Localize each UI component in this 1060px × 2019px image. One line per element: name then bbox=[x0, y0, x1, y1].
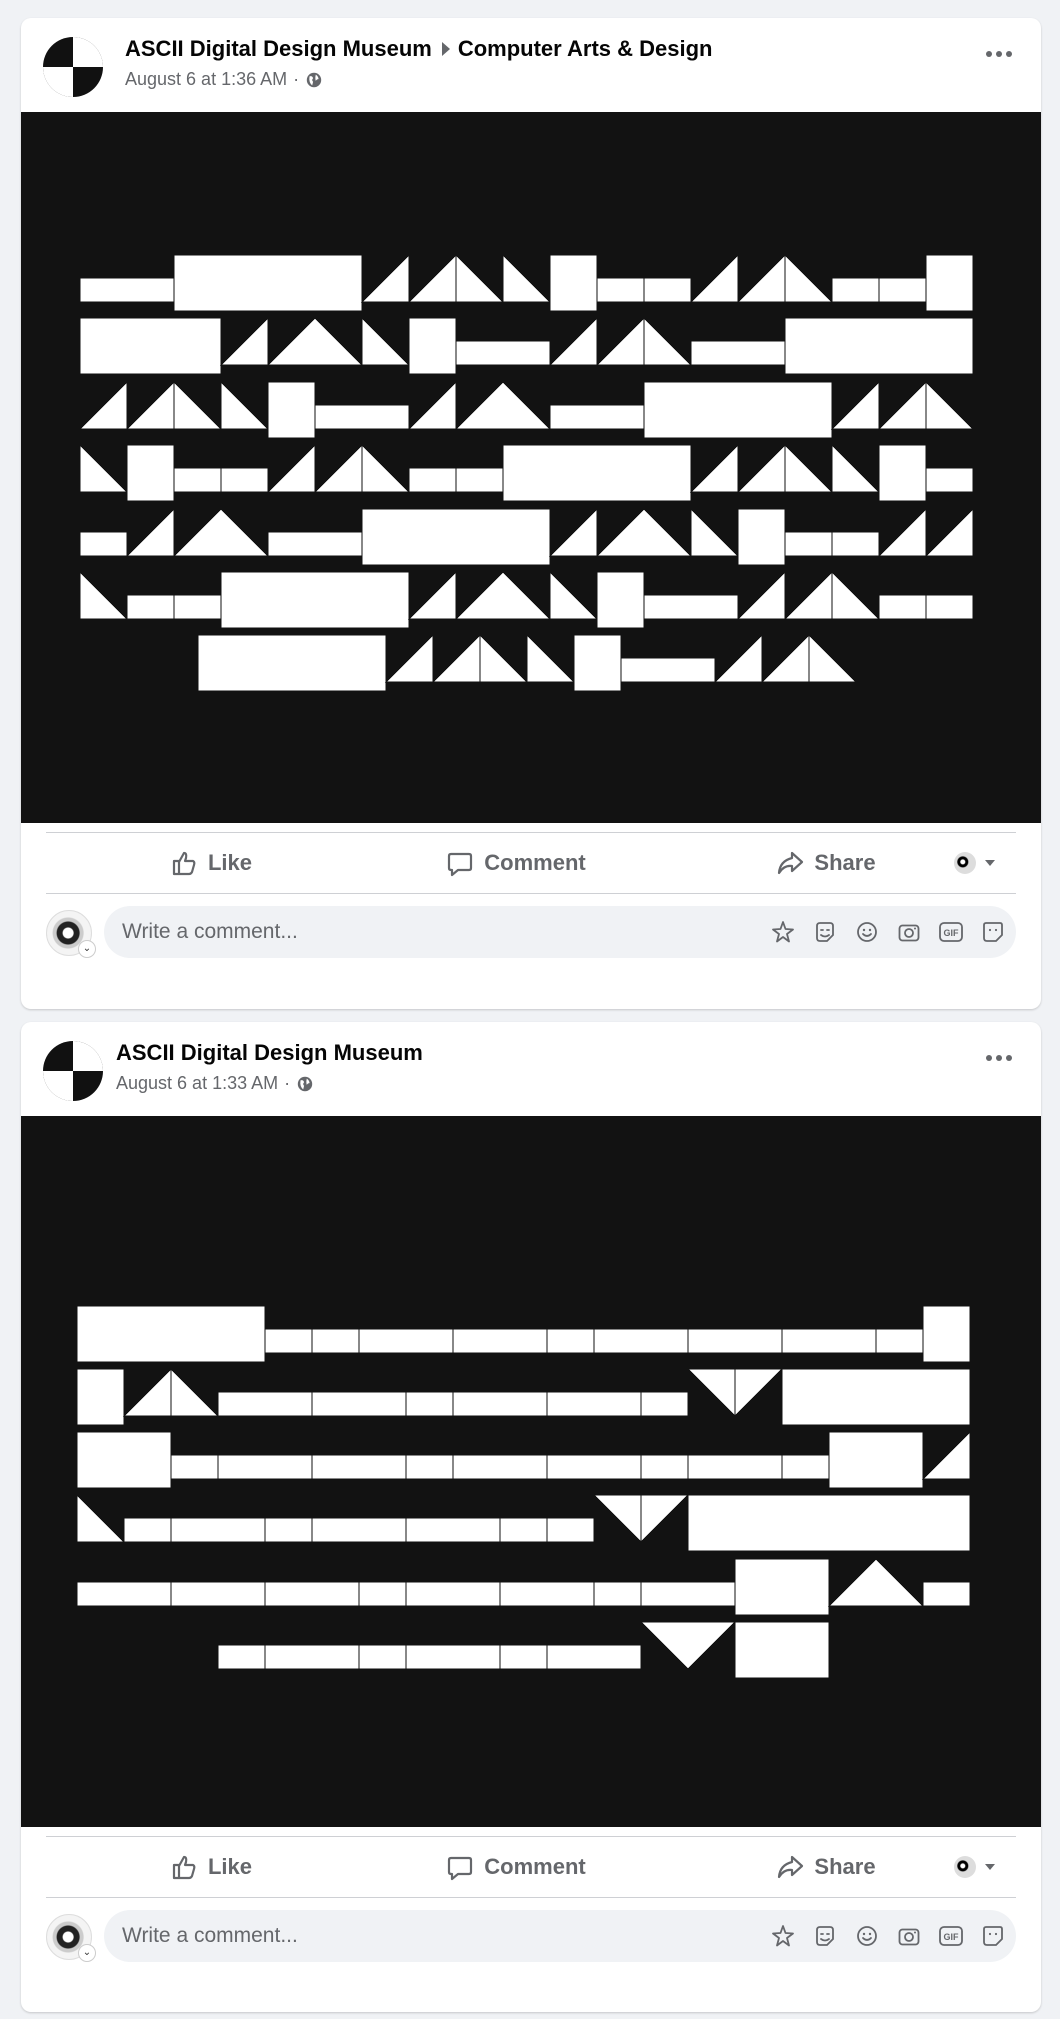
post-title: ASCII Digital Design Museum Computer Art… bbox=[125, 36, 712, 62]
sticker-icon[interactable] bbox=[812, 920, 838, 944]
audience-avatar bbox=[954, 852, 976, 874]
reaction-audience-button[interactable] bbox=[954, 851, 1002, 875]
like-label: Like bbox=[207, 850, 253, 875]
share-button[interactable]: Share bbox=[736, 833, 916, 893]
comment-box[interactable]: GIF bbox=[104, 906, 1016, 958]
author-name[interactable]: ASCII Digital Design Museum bbox=[116, 1040, 423, 1066]
author-name[interactable]: ASCII Digital Design Museum bbox=[125, 36, 432, 62]
comment-button[interactable]: Comment bbox=[411, 833, 621, 893]
page-avatar[interactable] bbox=[43, 1041, 103, 1101]
artwork-image bbox=[78, 253, 975, 692]
more-options-icon bbox=[986, 51, 992, 58]
emoji-icon[interactable] bbox=[854, 920, 880, 944]
avatar-sticker-icon[interactable] bbox=[770, 920, 796, 944]
gif-icon[interactable]: GIF bbox=[938, 1924, 964, 1948]
more-options-button[interactable] bbox=[979, 1050, 1019, 1074]
comment-composer: ⌄ GIF bbox=[46, 1906, 1016, 1962]
like-label: Like bbox=[207, 1854, 253, 1879]
audience-dropdown-icon bbox=[985, 860, 995, 866]
post-card: ASCII Digital Design Museum August 6 at … bbox=[21, 1022, 1041, 2012]
post-actions: Like Comment Share bbox=[46, 1836, 1016, 1898]
chevron-down-icon[interactable]: ⌄ bbox=[78, 940, 96, 958]
group-name[interactable]: Computer Arts & Design bbox=[458, 36, 713, 62]
like-button[interactable]: Like bbox=[126, 833, 296, 893]
globe-icon bbox=[306, 72, 322, 87]
post-artwork[interactable] bbox=[21, 112, 1041, 823]
post-header: ASCII Digital Design Museum Computer Art… bbox=[21, 18, 1041, 112]
post-timestamp[interactable]: August 6 at 1:36 AM bbox=[125, 69, 287, 90]
post-meta: August 6 at 1:36 AM · bbox=[125, 69, 323, 90]
post-actions: Like Comment Share bbox=[46, 832, 1016, 894]
post-card: ASCII Digital Design Museum Computer Art… bbox=[21, 18, 1041, 1009]
camera-icon[interactable] bbox=[896, 1924, 922, 1948]
share-button[interactable]: Share bbox=[736, 1837, 916, 1897]
post-timestamp[interactable]: August 6 at 1:33 AM bbox=[116, 1073, 278, 1094]
arrow-right-icon bbox=[441, 42, 450, 56]
emoji-icon[interactable] bbox=[854, 1924, 880, 1948]
svg-text:GIF: GIF bbox=[944, 1932, 960, 1942]
chevron-down-icon[interactable]: ⌄ bbox=[78, 1944, 96, 1962]
post-title: ASCII Digital Design Museum bbox=[116, 1040, 423, 1066]
share-icon bbox=[778, 1855, 804, 1879]
like-icon bbox=[172, 851, 196, 876]
like-button[interactable]: Like bbox=[126, 1837, 296, 1897]
share-label: Share bbox=[814, 850, 876, 875]
post-artwork[interactable] bbox=[21, 1116, 1041, 1827]
comment-input[interactable] bbox=[122, 1910, 722, 1962]
globe-icon bbox=[297, 1076, 313, 1091]
sticker-face-icon[interactable] bbox=[980, 920, 1006, 944]
like-icon bbox=[172, 1855, 196, 1880]
comment-icon bbox=[448, 852, 473, 877]
comment-button[interactable]: Comment bbox=[411, 1837, 621, 1897]
more-options-button[interactable] bbox=[979, 46, 1019, 70]
sticker-icon[interactable] bbox=[812, 1924, 838, 1948]
meta-separator: · bbox=[284, 1073, 291, 1093]
comment-label: Comment bbox=[484, 1854, 586, 1879]
gif-icon[interactable]: GIF bbox=[938, 920, 964, 944]
sticker-face-icon[interactable] bbox=[980, 1924, 1006, 1948]
share-label: Share bbox=[814, 1854, 876, 1879]
camera-icon[interactable] bbox=[896, 920, 922, 944]
comment-box[interactable]: GIF bbox=[104, 1910, 1016, 1962]
comment-label: Comment bbox=[484, 850, 586, 875]
comment-composer: ⌄ GIF bbox=[46, 902, 1016, 958]
audience-dropdown-icon bbox=[985, 1864, 995, 1870]
page-avatar[interactable] bbox=[43, 37, 103, 97]
post-header: ASCII Digital Design Museum August 6 at … bbox=[21, 1022, 1041, 1116]
audience-avatar bbox=[954, 1856, 976, 1878]
svg-text:GIF: GIF bbox=[944, 928, 960, 938]
meta-separator: · bbox=[293, 69, 300, 89]
post-meta: August 6 at 1:33 AM · bbox=[116, 1073, 314, 1094]
comment-tools: GIF bbox=[754, 920, 1006, 944]
more-options-icon bbox=[986, 1055, 992, 1062]
reaction-audience-button[interactable] bbox=[954, 1855, 1002, 1879]
comment-tools: GIF bbox=[754, 1924, 1006, 1948]
share-icon bbox=[778, 851, 804, 875]
artwork-image bbox=[76, 1305, 971, 1679]
comment-icon bbox=[448, 1856, 473, 1881]
avatar-sticker-icon[interactable] bbox=[770, 1924, 796, 1948]
comment-input[interactable] bbox=[122, 906, 722, 958]
